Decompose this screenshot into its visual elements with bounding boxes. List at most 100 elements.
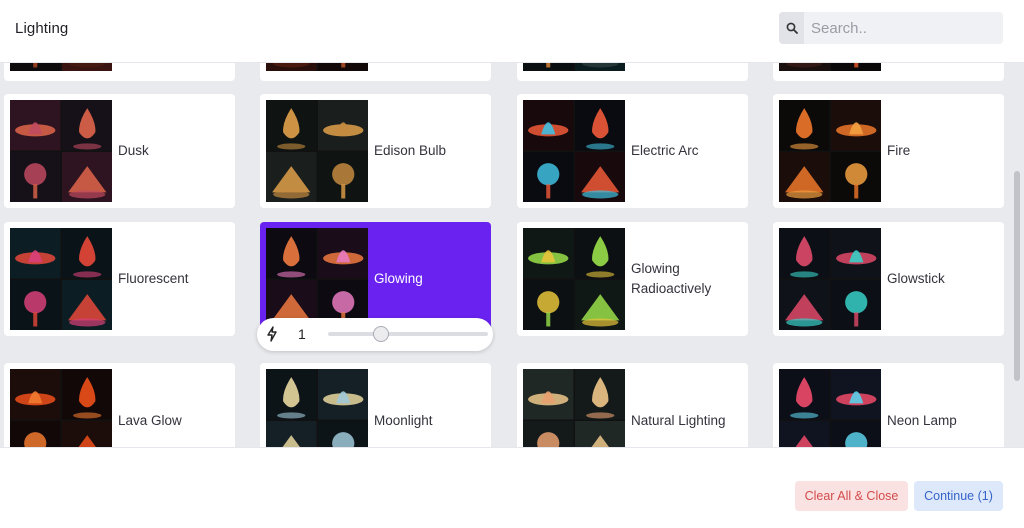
thumbnail-tile [10, 63, 61, 71]
thumbnail-tile [317, 63, 368, 71]
thumbnail-tile [266, 63, 317, 71]
thumbnail-tile [574, 63, 625, 71]
thumbnail-tile [266, 420, 317, 447]
style-thumbnail [523, 100, 625, 202]
thumbnail-tile [10, 228, 61, 279]
thumbnail-tile [317, 228, 368, 279]
scrollbar-thumb[interactable] [1014, 171, 1020, 381]
style-card-label: Natural Lighting [631, 413, 726, 428]
style-thumbnail [266, 228, 368, 330]
style-card-label: Glowing [374, 271, 423, 286]
weight-value: 1 [298, 326, 306, 342]
search-input[interactable] [805, 12, 1001, 44]
thumbnail-tile [266, 228, 317, 279]
thumbnail-tile [61, 420, 112, 447]
style-thumbnail [10, 228, 112, 330]
thumbnail-tile [317, 420, 368, 447]
style-card-partial[interactable] [4, 63, 235, 81]
style-card-label: Fire [887, 143, 911, 158]
bolt-icon [266, 326, 278, 347]
style-card-partial[interactable] [260, 63, 491, 81]
weight-slider-popover[interactable]: 1 [257, 318, 493, 351]
style-card-fire[interactable]: Fire [773, 94, 1004, 208]
style-card-label: Dusk [118, 143, 149, 158]
style-thumbnail [10, 369, 112, 447]
thumbnail-tile [61, 63, 112, 71]
thumbnail-tile [779, 151, 830, 202]
weight-slider-handle[interactable] [372, 326, 389, 342]
search-box[interactable] [779, 12, 1003, 44]
thumbnail-tile [10, 100, 61, 151]
style-card-lava-glow[interactable]: Lava Glow [4, 363, 235, 447]
style-card-electric-arc[interactable]: Electric Arc [517, 94, 748, 208]
style-card-label: Neon Lamp [887, 413, 957, 428]
modal-header: Lighting [0, 0, 1024, 63]
thumbnail-tile [317, 369, 368, 420]
thumbnail-tile [317, 151, 368, 202]
clear-all-close-button[interactable]: Clear All & Close [795, 481, 908, 511]
style-card-partial[interactable] [773, 63, 1004, 81]
style-card-label: Edison Bulb [374, 143, 447, 158]
thumbnail-tile [830, 420, 881, 447]
thumbnail-tile [523, 151, 574, 202]
style-thumbnail [523, 369, 625, 447]
thumbnail-tile [523, 63, 574, 71]
style-thumbnail [523, 63, 625, 71]
style-card-dusk[interactable]: Dusk [4, 94, 235, 208]
style-card-label: Lava Glow [118, 413, 182, 428]
style-card-partial[interactable] [517, 63, 748, 81]
thumbnail-tile [779, 369, 830, 420]
thumbnail-tile [779, 100, 830, 151]
scrollbar[interactable] [1010, 63, 1024, 447]
thumbnail-tile [779, 279, 830, 330]
style-card-label: Glowing Radioactively [631, 261, 712, 296]
thumbnail-tile [779, 228, 830, 279]
style-thumbnail [10, 100, 112, 202]
style-card-glowstick[interactable]: Glowstick [773, 222, 1004, 336]
style-thumbnail [779, 228, 881, 330]
thumbnail-tile [574, 279, 625, 330]
thumbnail-tile [61, 100, 112, 151]
modal-footer: Clear All & Close Continue (1) [0, 447, 1024, 528]
style-card-label: Moonlight [374, 413, 433, 428]
thumbnail-tile [523, 100, 574, 151]
style-thumbnail [266, 369, 368, 447]
style-thumbnail [266, 100, 368, 202]
thumbnail-tile [317, 100, 368, 151]
thumbnail-tile [523, 369, 574, 420]
thumbnail-tile [266, 100, 317, 151]
style-thumbnail [779, 369, 881, 447]
style-thumbnail [779, 100, 881, 202]
thumbnail-tile [523, 279, 574, 330]
style-card-moonlight[interactable]: Moonlight [260, 363, 491, 447]
thumbnail-tile [10, 151, 61, 202]
style-thumbnail [266, 63, 368, 71]
thumbnail-tile [574, 151, 625, 202]
thumbnail-tile [830, 151, 881, 202]
thumbnail-tile [266, 151, 317, 202]
thumbnail-tile [10, 279, 61, 330]
thumbnail-tile [830, 63, 881, 71]
thumbnail-tile [523, 420, 574, 447]
thumbnail-tile [10, 420, 61, 447]
thumbnail-tile [61, 279, 112, 330]
style-card-glowing-radioactively[interactable]: Glowing Radioactively [517, 222, 748, 336]
thumbnail-tile [830, 279, 881, 330]
style-thumbnail [779, 63, 881, 71]
style-card-fluorescent[interactable]: Fluorescent [4, 222, 235, 336]
style-thumbnail [10, 63, 112, 71]
thumbnail-tile [61, 151, 112, 202]
thumbnail-tile [830, 228, 881, 279]
thumbnail-tile [266, 369, 317, 420]
thumbnail-tile [574, 228, 625, 279]
continue-button[interactable]: Continue (1) [914, 481, 1003, 511]
style-card-label: Glowstick [887, 271, 945, 286]
weight-slider-track[interactable] [328, 332, 488, 336]
thumbnail-tile [523, 228, 574, 279]
style-card-edison-bulb[interactable]: Edison Bulb [260, 94, 491, 208]
style-card-natural-lighting[interactable]: Natural Lighting [517, 363, 748, 447]
thumbnail-tile [574, 369, 625, 420]
style-grid[interactable]: Dusk Edison Bulb Electric Arc Fire Fluoresce… [0, 63, 1024, 447]
thumbnail-tile [830, 100, 881, 151]
style-card-neon-lamp[interactable]: Neon Lamp [773, 363, 1004, 447]
